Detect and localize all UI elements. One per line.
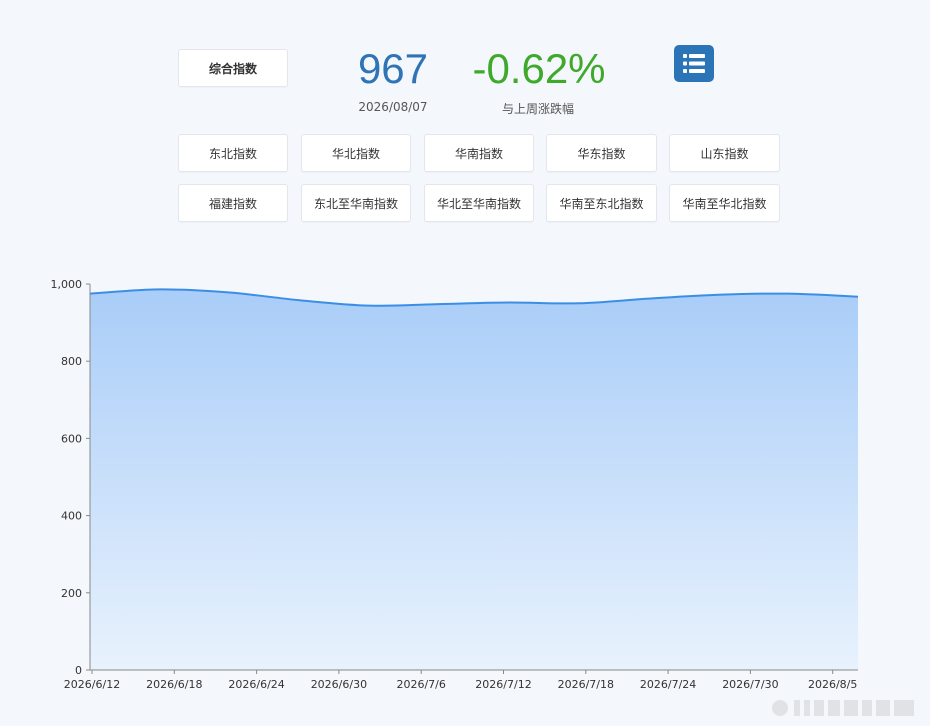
x-tick-label-8: 2026/7/30: [722, 678, 778, 691]
x-tick-label-2: 2026/6/24: [228, 678, 284, 691]
x-tick-label-9: 2026/8/5: [808, 678, 857, 691]
y-tick-label-1: 200: [61, 587, 82, 600]
y-tick-label-3: 600: [61, 432, 82, 445]
y-tick-label-4: 800: [61, 355, 82, 368]
x-tick-label-0: 2026/6/12: [64, 678, 120, 691]
y-tick-label-0: 0: [75, 664, 82, 677]
x-tick-label-3: 2026/6/30: [311, 678, 367, 691]
x-tick-label-6: 2026/7/18: [558, 678, 614, 691]
index-area-chart: 0 200 400 600 800 1,000 2026/6/12 2026/6/18 2026…: [51, 278, 859, 691]
series-area: [90, 289, 858, 670]
y-tick-label-2: 400: [61, 510, 82, 523]
x-tick-label-7: 2026/7/24: [640, 678, 696, 691]
watermark-logo: [772, 700, 914, 716]
x-tick-label-1: 2026/6/18: [146, 678, 202, 691]
x-tick-label-5: 2026/7/12: [475, 678, 531, 691]
x-tick-label-4: 2026/7/6: [396, 678, 445, 691]
y-tick-label-5: 1,000: [51, 278, 83, 291]
